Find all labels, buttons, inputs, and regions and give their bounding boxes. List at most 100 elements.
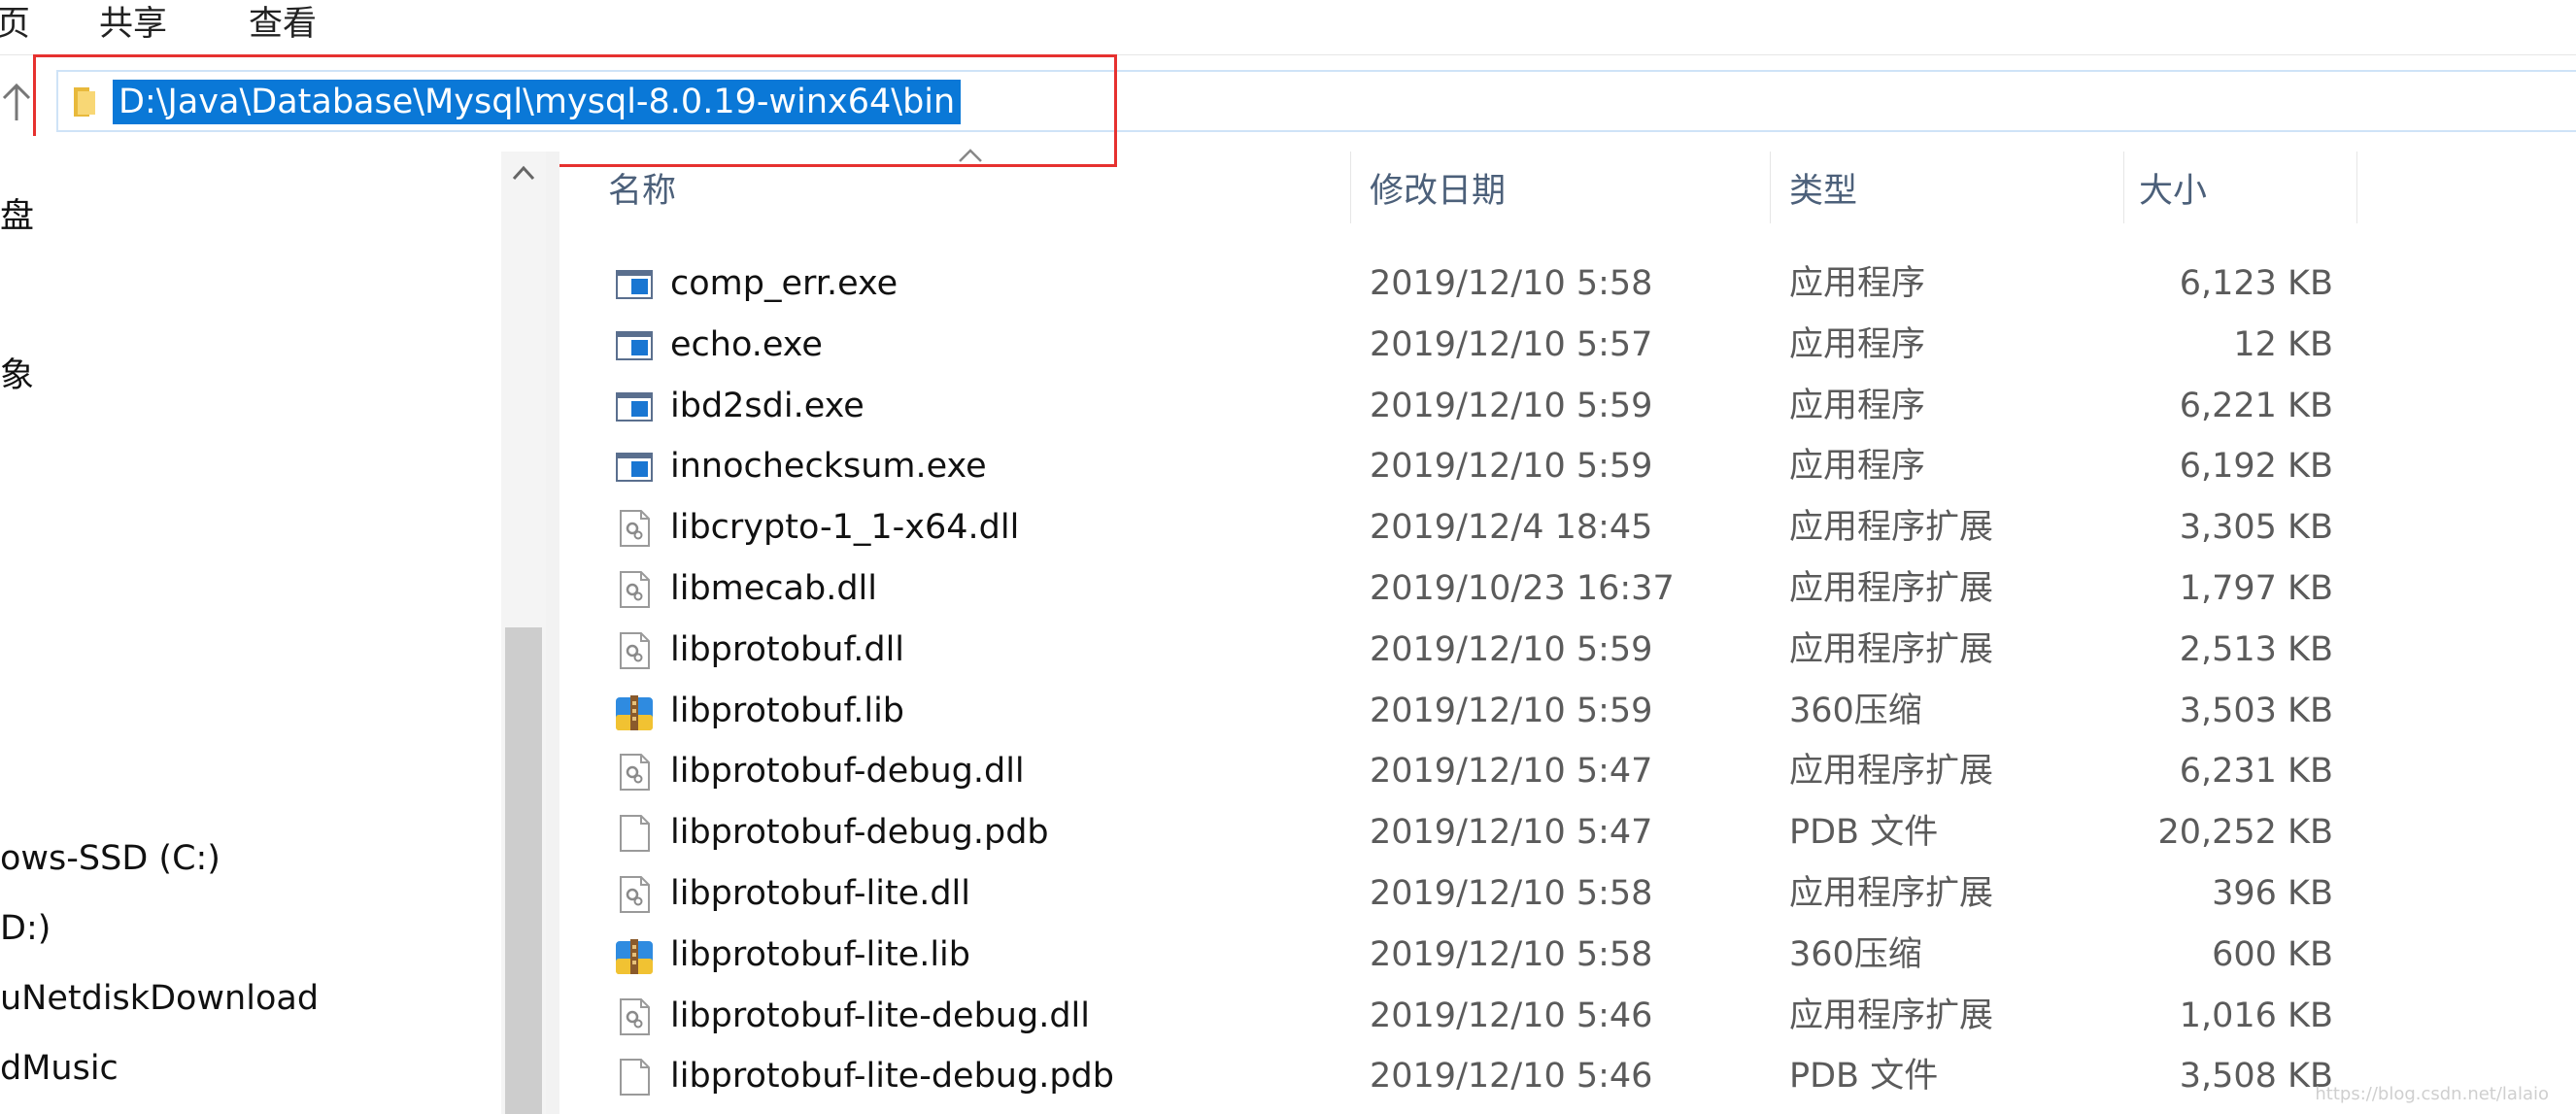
file-name: libprotobuf-lite-debug.dll bbox=[670, 996, 1090, 1035]
app-exe-icon bbox=[614, 387, 655, 427]
file-type: 应用程序扩展 bbox=[1789, 752, 1994, 792]
nav-scrollbar[interactable] bbox=[501, 152, 546, 1114]
file-type: 应用程序 bbox=[1789, 386, 1926, 425]
nav-item-drive-c[interactable]: ows-SSD (C:) bbox=[0, 839, 220, 878]
dll-gear-icon bbox=[614, 874, 655, 915]
file-type: 应用程序扩展 bbox=[1789, 508, 1994, 548]
column-separator[interactable] bbox=[2356, 152, 2357, 223]
file-size: 3,503 KB bbox=[2179, 691, 2333, 730]
pane-divider[interactable] bbox=[546, 152, 559, 1114]
up-arrow-icon[interactable] bbox=[0, 82, 33, 124]
nav-item-drive-d[interactable]: D:) bbox=[0, 909, 51, 948]
file-size: 1,797 KB bbox=[2179, 569, 2333, 608]
column-header-type[interactable]: 类型 bbox=[1789, 163, 1857, 213]
dll-gear-icon bbox=[614, 752, 655, 793]
ribbon-divider bbox=[0, 54, 2576, 55]
file-name: libprotobuf.dll bbox=[670, 629, 905, 669]
file-name: libprotobuf-debug.dll bbox=[670, 752, 1025, 792]
file-row[interactable]: libprotobuf-debug.dll 2019/12/10 5:47 应用程序… bbox=[559, 742, 2356, 802]
file-row[interactable]: libprotobuf.lib 2019/12/10 5:59 360压缩 3,503… bbox=[559, 682, 2356, 742]
file-type: 360压缩 bbox=[1789, 934, 1922, 974]
file-row[interactable]: libprotobuf.dll 2019/12/10 5:59 应用程序扩展 2,51… bbox=[559, 621, 2356, 681]
ribbon-tab-share[interactable]: 共享 bbox=[99, 0, 167, 46]
nav-item-music[interactable]: dMusic bbox=[0, 1049, 119, 1088]
column-separator[interactable] bbox=[1770, 152, 1771, 223]
file-size: 12 KB bbox=[2233, 324, 2333, 364]
file-type: 360压缩 bbox=[1789, 691, 1922, 730]
file-row[interactable]: libprotobuf-lite-debug.pdb 2019/12/10 5:4… bbox=[559, 1047, 2356, 1107]
nav-item-netdisk-download[interactable]: uNetdiskDownload bbox=[0, 979, 319, 1018]
file-type: 应用程序 bbox=[1789, 324, 1926, 364]
address-bar[interactable]: D:\Java\Database\Mysql\mysql-8.0.19-winx… bbox=[56, 70, 2576, 132]
file-name: libprotobuf-lite.dll bbox=[670, 874, 970, 913]
dll-gear-icon bbox=[614, 996, 655, 1037]
ribbon-tab-home[interactable]: 页 bbox=[0, 0, 30, 46]
file-modified-date: 2019/12/10 5:57 bbox=[1370, 324, 1653, 364]
file-modified-date: 2019/12/10 5:58 bbox=[1370, 874, 1653, 913]
file-row[interactable]: libmecab.dll 2019/10/23 16:37 应用程序扩展 1,797 … bbox=[559, 559, 2356, 620]
file-size: 3,508 KB bbox=[2179, 1057, 2333, 1097]
file-modified-date: 2019/12/10 5:58 bbox=[1370, 264, 1653, 303]
file-row[interactable]: echo.exe 2019/12/10 5:57 应用程序 12 KB bbox=[559, 316, 2356, 376]
file-row[interactable]: comp_err.exe 2019/12/10 5:58 应用程序 6,123 KB bbox=[559, 254, 2356, 315]
file-name: echo.exe bbox=[670, 324, 823, 364]
ribbon-tab-view[interactable]: 查看 bbox=[249, 0, 317, 46]
file-size: 3,305 KB bbox=[2179, 508, 2333, 548]
file-type: 应用程序扩展 bbox=[1789, 996, 1994, 1035]
file-type: 应用程序 bbox=[1789, 447, 1926, 487]
file-modified-date: 2019/12/10 5:46 bbox=[1370, 1057, 1653, 1097]
nav-item-disk[interactable]: 盘 bbox=[0, 188, 34, 238]
nav-scrollbar-thumb[interactable] bbox=[505, 627, 542, 1114]
blank-file-icon bbox=[614, 1057, 655, 1097]
column-header-date[interactable]: 修改日期 bbox=[1370, 163, 1506, 213]
file-row[interactable]: libcrypto-1_1-x64.dll 2019/12/4 18:45 应用程序… bbox=[559, 498, 2356, 558]
file-size: 6,231 KB bbox=[2179, 752, 2333, 792]
column-separator[interactable] bbox=[1350, 152, 1351, 223]
file-name: libprotobuf-debug.pdb bbox=[670, 813, 1049, 853]
dll-gear-icon bbox=[614, 508, 655, 549]
app-exe-icon bbox=[614, 325, 655, 366]
file-modified-date: 2019/10/23 16:37 bbox=[1370, 569, 1675, 608]
file-name: libmecab.dll bbox=[670, 569, 877, 608]
ribbon: 页 共享 查看 bbox=[0, 0, 2576, 54]
archive-360-icon bbox=[614, 935, 655, 976]
file-size: 20,252 KB bbox=[2157, 813, 2333, 853]
column-header-size[interactable]: 大小 bbox=[2139, 163, 2207, 213]
blank-file-icon bbox=[614, 813, 655, 854]
file-row[interactable]: innochecksum.exe 2019/12/10 5:59 应用程序 6,192… bbox=[559, 437, 2356, 497]
file-size: 600 KB bbox=[2212, 934, 2333, 974]
file-modified-date: 2019/12/10 5:59 bbox=[1370, 629, 1653, 669]
file-name: ibd2sdi.exe bbox=[670, 386, 864, 425]
scroll-up-icon[interactable] bbox=[512, 165, 535, 181]
file-name: libcrypto-1_1-x64.dll bbox=[670, 508, 1020, 548]
file-type: 应用程序 bbox=[1789, 264, 1926, 303]
file-row[interactable]: libprotobuf-debug.pdb 2019/12/10 5:47 PDB … bbox=[559, 803, 2356, 863]
archive-360-icon bbox=[614, 692, 655, 732]
file-name: libprotobuf.lib bbox=[670, 691, 905, 730]
file-modified-date: 2019/12/10 5:58 bbox=[1370, 934, 1653, 974]
file-name: libprotobuf-lite-debug.pdb bbox=[670, 1057, 1114, 1097]
address-path[interactable]: D:\Java\Database\Mysql\mysql-8.0.19-winx… bbox=[113, 80, 962, 124]
dll-gear-icon bbox=[614, 569, 655, 610]
column-separator[interactable] bbox=[2123, 152, 2124, 223]
file-size: 6,192 KB bbox=[2179, 447, 2333, 487]
file-modified-date: 2019/12/10 5:59 bbox=[1370, 447, 1653, 487]
file-modified-date: 2019/12/10 5:47 bbox=[1370, 752, 1653, 792]
file-row[interactable]: libprotobuf-lite.lib 2019/12/10 5:58 360压缩… bbox=[559, 926, 2356, 986]
file-size: 2,513 KB bbox=[2179, 629, 2333, 669]
file-type: PDB 文件 bbox=[1789, 813, 1939, 853]
file-row[interactable]: ibd2sdi.exe 2019/12/10 5:59 应用程序 6,221 KB bbox=[559, 377, 2356, 437]
file-row[interactable]: libprotobuf-lite.dll 2019/12/10 5:58 应用程序扩… bbox=[559, 864, 2356, 925]
navigation-pane: 盘 象 ows-SSD (C:) D:) uNetdiskDownload dM… bbox=[0, 136, 501, 1114]
app-exe-icon bbox=[614, 447, 655, 488]
column-header-name[interactable]: 名称 bbox=[608, 163, 676, 213]
file-size: 396 KB bbox=[2212, 874, 2333, 913]
app-exe-icon bbox=[614, 264, 655, 305]
file-type: PDB 文件 bbox=[1789, 1057, 1939, 1097]
file-type: 应用程序扩展 bbox=[1789, 629, 1994, 669]
file-row[interactable]: libprotobuf-lite-debug.dll 2019/12/10 5:4… bbox=[559, 987, 2356, 1047]
file-type: 应用程序扩展 bbox=[1789, 569, 1994, 608]
nav-item-pictures[interactable]: 象 bbox=[0, 348, 34, 397]
file-size: 6,221 KB bbox=[2179, 386, 2333, 425]
file-modified-date: 2019/12/10 5:46 bbox=[1370, 996, 1653, 1035]
